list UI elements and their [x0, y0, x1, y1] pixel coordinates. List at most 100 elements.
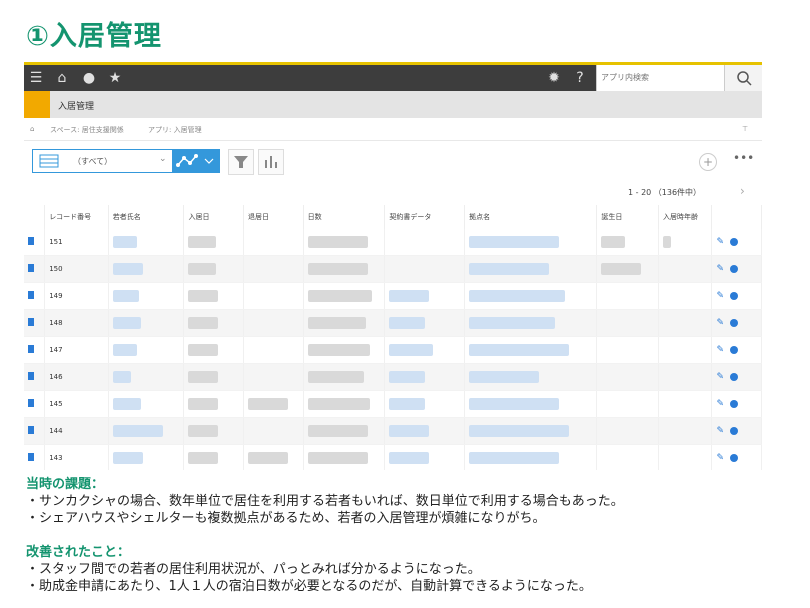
redacted-cell	[596, 390, 659, 418]
table-row[interactable]: 147 ✎	[24, 336, 762, 364]
edit-icon[interactable]: ✎	[716, 345, 724, 355]
row-actions: ✎	[711, 417, 762, 445]
column-header[interactable]: 契約書データ	[384, 205, 466, 229]
delete-icon[interactable]	[730, 319, 738, 327]
record-link[interactable]	[24, 336, 46, 364]
more-options-icon[interactable]: •••	[733, 151, 754, 165]
edit-icon[interactable]: ✎	[716, 399, 724, 409]
edit-icon[interactable]: ✎	[716, 237, 724, 247]
breadcrumb-space[interactable]: スペース: 居住支援関係	[50, 125, 124, 135]
edit-icon[interactable]: ✎	[716, 264, 724, 274]
search-input[interactable]	[597, 65, 725, 90]
delete-icon[interactable]	[730, 292, 738, 300]
edit-icon[interactable]: ✎	[716, 372, 724, 382]
edit-icon[interactable]: ✎	[716, 426, 724, 436]
edit-icon[interactable]: ✎	[716, 291, 724, 301]
home-crumb-icon[interactable]: ⌂	[30, 125, 34, 133]
table-row[interactable]: 150 ✎	[24, 255, 762, 283]
help-icon[interactable]: ?	[572, 70, 588, 86]
row-actions: ✎	[711, 282, 762, 310]
column-header[interactable]: 若者氏名	[108, 205, 185, 229]
edit-icon[interactable]: ✎	[716, 453, 724, 463]
redacted-cell	[384, 282, 466, 310]
redacted-cell	[464, 417, 598, 445]
graph-button[interactable]	[172, 149, 220, 173]
redacted-value	[469, 236, 560, 248]
document-icon[interactable]	[28, 237, 34, 245]
document-icon[interactable]	[28, 291, 34, 299]
redacted-value	[112, 425, 163, 437]
delete-icon[interactable]	[730, 238, 738, 246]
view-toolbar: （すべて） ⌄ + •••	[24, 141, 762, 181]
problem-item: ・サンカクシャの場合、数年単位で居住を利用する若者もいれば、数日単位で利用する場…	[26, 494, 624, 509]
record-link[interactable]	[24, 229, 46, 256]
redacted-cell	[658, 255, 713, 283]
filter-button[interactable]	[228, 149, 254, 175]
redacted-cell	[596, 417, 659, 445]
menu-icon[interactable]: ☰	[28, 70, 44, 86]
pin-icon[interactable]: ⊤	[742, 125, 748, 133]
table-row[interactable]: 149 ✎	[24, 282, 762, 310]
view-select[interactable]: （すべて） ⌄	[32, 149, 174, 173]
column-header[interactable]: 入居時年齢	[658, 205, 713, 229]
record-link[interactable]	[24, 255, 46, 283]
table-row[interactable]: 145 ✎	[24, 390, 762, 418]
document-icon[interactable]	[28, 264, 34, 272]
document-icon[interactable]	[28, 426, 34, 434]
record-number-cell: 148	[44, 309, 109, 337]
column-header[interactable]: 入居日	[183, 205, 245, 229]
document-icon[interactable]	[28, 345, 34, 353]
column-header[interactable]: 日数	[303, 205, 386, 229]
document-icon[interactable]	[28, 372, 34, 380]
delete-icon[interactable]	[730, 454, 738, 462]
record-link[interactable]	[24, 309, 46, 337]
redacted-cell	[596, 444, 659, 470]
record-link[interactable]	[24, 390, 46, 418]
delete-icon[interactable]	[730, 427, 738, 435]
star-icon[interactable]: ★	[107, 70, 123, 86]
table-row[interactable]: 151 ✎	[24, 229, 762, 256]
document-icon[interactable]	[28, 318, 34, 326]
table-row[interactable]: 143 ✎	[24, 444, 762, 470]
redacted-cell	[596, 229, 659, 256]
next-page-icon[interactable]: ›	[740, 184, 745, 198]
redacted-cell	[384, 363, 466, 391]
record-link[interactable]	[24, 363, 46, 391]
redacted-value	[307, 317, 366, 329]
delete-icon[interactable]	[730, 265, 738, 273]
redacted-value	[188, 290, 219, 302]
column-header[interactable]: 拠点名	[464, 205, 598, 229]
gear-icon[interactable]: ✹	[546, 70, 562, 86]
add-record-button[interactable]: +	[699, 153, 717, 171]
document-icon[interactable]	[28, 453, 34, 461]
document-icon[interactable]	[28, 399, 34, 407]
delete-icon[interactable]	[730, 346, 738, 354]
column-header[interactable]: 誕生日	[596, 205, 659, 229]
chart-button[interactable]	[258, 149, 284, 175]
redacted-value	[307, 452, 368, 464]
record-number-cell: 143	[44, 444, 109, 470]
column-header[interactable]: 退居日	[243, 205, 304, 229]
redacted-value	[188, 263, 217, 275]
table-row[interactable]: 148 ✎	[24, 309, 762, 337]
home-icon[interactable]: ⌂	[54, 70, 70, 86]
record-link[interactable]	[24, 282, 46, 310]
record-link[interactable]	[24, 417, 46, 445]
breadcrumb-app[interactable]: アプリ: 入居管理	[148, 125, 202, 135]
bell-icon[interactable]: ●	[81, 70, 97, 86]
redacted-value	[112, 398, 141, 410]
table-row[interactable]: 144 ✎	[24, 417, 762, 445]
search-button[interactable]	[724, 65, 762, 91]
table-row[interactable]: 146 ✎	[24, 363, 762, 391]
record-link[interactable]	[24, 444, 46, 470]
delete-icon[interactable]	[730, 373, 738, 381]
redacted-cell	[183, 417, 245, 445]
header-spacer	[24, 205, 46, 229]
column-header[interactable]: レコード番号	[44, 205, 109, 229]
redacted-value	[307, 425, 368, 437]
redacted-cell	[596, 282, 659, 310]
redacted-cell	[464, 336, 598, 364]
delete-icon[interactable]	[730, 400, 738, 408]
redacted-value	[389, 452, 430, 464]
edit-icon[interactable]: ✎	[716, 318, 724, 328]
